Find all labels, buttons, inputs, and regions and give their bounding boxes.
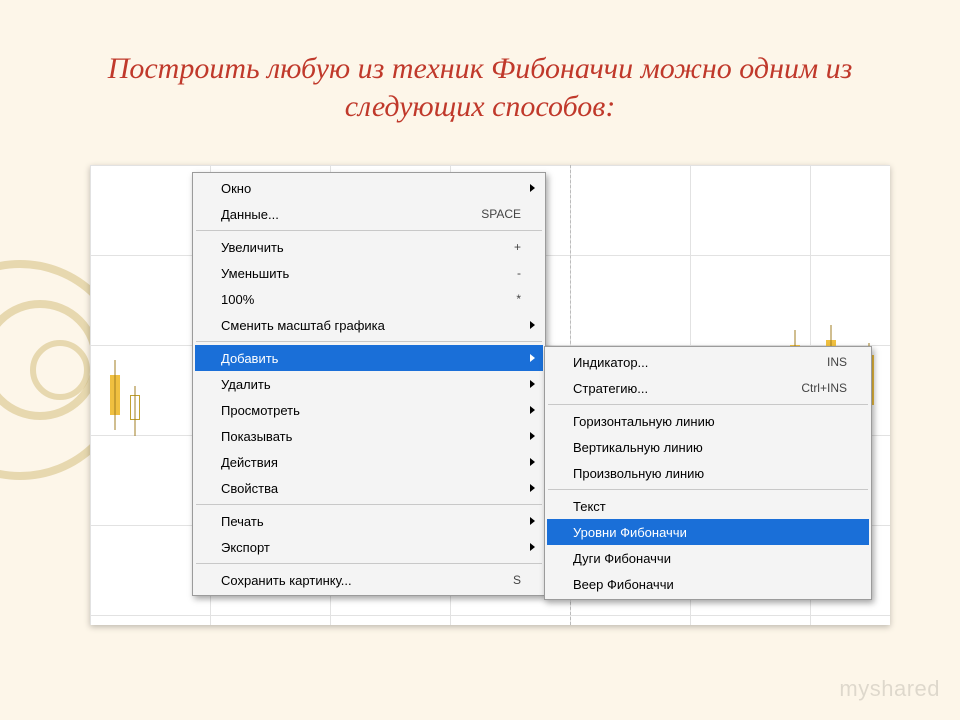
add-submenu-item-стратегию[interactable]: Стратегию...Ctrl+INS — [547, 375, 869, 401]
add-submenu-item-вертикальную-линию[interactable]: Вертикальную линию — [547, 434, 869, 460]
context-menu-item-показывать[interactable]: Показывать — [195, 423, 543, 449]
add-submenu[interactable]: Индикатор...INSСтратегию...Ctrl+INSГориз… — [544, 346, 872, 600]
menu-item-label: Данные... — [221, 207, 481, 222]
context-menu-item-экспорт[interactable]: Экспорт — [195, 534, 543, 560]
slide-title: Построить любую из техник Фибоначчи можн… — [60, 50, 900, 125]
submenu-arrow-icon — [530, 406, 535, 414]
add-submenu-item-произвольную-линию[interactable]: Произвольную линию — [547, 460, 869, 486]
menu-item-label: Показывать — [221, 429, 521, 444]
menu-item-label: Произвольную линию — [573, 466, 847, 481]
menu-separator — [196, 563, 542, 564]
menu-item-shortcut: Ctrl+INS — [801, 381, 847, 395]
menu-item-shortcut: INS — [827, 355, 847, 369]
context-menu-item-удалить[interactable]: Удалить — [195, 371, 543, 397]
candlestick — [110, 375, 120, 415]
context-menu-item-уменьшить[interactable]: Уменьшить- — [195, 260, 543, 286]
menu-item-label: Горизонтальную линию — [573, 414, 847, 429]
menu-item-shortcut: - — [517, 266, 521, 280]
menu-item-label: 100% — [221, 292, 516, 307]
context-menu-item-окно[interactable]: Окно — [195, 175, 543, 201]
context-menu-item-данные[interactable]: Данные...SPACE — [195, 201, 543, 227]
context-menu-item-сменить-масштаб-графика[interactable]: Сменить масштаб графика — [195, 312, 543, 338]
menu-item-shortcut: S — [513, 573, 521, 587]
menu-separator — [196, 341, 542, 342]
menu-item-shortcut: SPACE — [481, 207, 521, 221]
submenu-arrow-icon — [530, 380, 535, 388]
submenu-arrow-icon — [530, 432, 535, 440]
add-submenu-item-веер-фибоначчи[interactable]: Веер Фибоначчи — [547, 571, 869, 597]
decor-ring — [30, 340, 90, 400]
menu-item-shortcut: + — [514, 240, 521, 254]
context-menu-item-печать[interactable]: Печать — [195, 508, 543, 534]
context-menu-item-добавить[interactable]: Добавить — [195, 345, 543, 371]
menu-item-label: Веер Фибоначчи — [573, 577, 847, 592]
submenu-arrow-icon — [530, 184, 535, 192]
context-menu[interactable]: ОкноДанные...SPACEУвеличить+Уменьшить-10… — [192, 172, 546, 596]
menu-separator — [196, 504, 542, 505]
menu-separator — [548, 489, 868, 490]
menu-item-label: Уровни Фибоначчи — [573, 525, 847, 540]
submenu-arrow-icon — [530, 517, 535, 525]
submenu-arrow-icon — [530, 458, 535, 466]
submenu-arrow-icon — [530, 484, 535, 492]
menu-item-label: Удалить — [221, 377, 521, 392]
menu-separator — [548, 404, 868, 405]
menu-item-label: Сохранить картинку... — [221, 573, 513, 588]
add-submenu-item-уровни-фибоначчи[interactable]: Уровни Фибоначчи — [547, 519, 869, 545]
menu-item-shortcut: * — [516, 292, 521, 306]
submenu-arrow-icon — [530, 321, 535, 329]
menu-separator — [196, 230, 542, 231]
submenu-arrow-icon — [530, 354, 535, 362]
menu-item-label: Просмотреть — [221, 403, 521, 418]
menu-item-label: Экспорт — [221, 540, 521, 555]
submenu-arrow-icon — [530, 543, 535, 551]
context-menu-item-свойства[interactable]: Свойства — [195, 475, 543, 501]
menu-item-label: Действия — [221, 455, 521, 470]
add-submenu-item-индикатор[interactable]: Индикатор...INS — [547, 349, 869, 375]
menu-item-label: Текст — [573, 499, 847, 514]
menu-item-label: Стратегию... — [573, 381, 801, 396]
add-submenu-item-горизонтальную-линию[interactable]: Горизонтальную линию — [547, 408, 869, 434]
context-menu-item-действия[interactable]: Действия — [195, 449, 543, 475]
menu-item-label: Уменьшить — [221, 266, 517, 281]
menu-item-label: Сменить масштаб графика — [221, 318, 521, 333]
context-menu-item-сохранить-картинку[interactable]: Сохранить картинку...S — [195, 567, 543, 593]
menu-item-label: Окно — [221, 181, 521, 196]
add-submenu-item-дуги-фибоначчи[interactable]: Дуги Фибоначчи — [547, 545, 869, 571]
context-menu-item-100[interactable]: 100%* — [195, 286, 543, 312]
watermark: myshared — [839, 676, 940, 702]
context-menu-item-увеличить[interactable]: Увеличить+ — [195, 234, 543, 260]
add-submenu-item-текст[interactable]: Текст — [547, 493, 869, 519]
menu-item-label: Дуги Фибоначчи — [573, 551, 847, 566]
menu-item-label: Свойства — [221, 481, 521, 496]
menu-item-label: Печать — [221, 514, 521, 529]
candlestick — [130, 395, 140, 420]
menu-item-label: Вертикальную линию — [573, 440, 847, 455]
menu-item-label: Добавить — [221, 351, 521, 366]
menu-item-label: Индикатор... — [573, 355, 827, 370]
menu-item-label: Увеличить — [221, 240, 514, 255]
context-menu-item-просмотреть[interactable]: Просмотреть — [195, 397, 543, 423]
